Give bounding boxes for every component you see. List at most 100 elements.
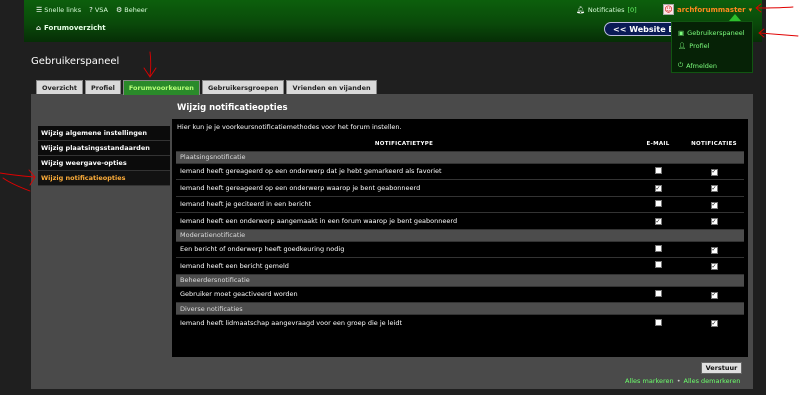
sidebar-item-posting[interactable]: Wijzig plaatsingsstandaarden <box>38 141 170 156</box>
email-cell <box>632 240 684 258</box>
table-row: Iemand heeft gereageerd op een onderwerp… <box>176 179 744 196</box>
section-row: Plaatsingsnotificatie <box>176 150 744 163</box>
email-cell <box>632 285 684 303</box>
menu-icon: ☰ <box>36 6 43 14</box>
email-checkbox[interactable] <box>654 199 662 207</box>
power-icon: ⏻ <box>678 61 684 69</box>
section-title: Plaatsingsnotificatie <box>176 150 744 163</box>
notification-cell: ✓ <box>684 314 744 331</box>
notification-cell: ✓ <box>684 212 744 229</box>
notification-checkbox[interactable]: ✓ <box>710 320 718 328</box>
email-cell <box>632 195 684 213</box>
notification-checkbox[interactable]: ✓ <box>710 246 718 254</box>
dropdown-item-profile[interactable]: 👤︎ Profiel <box>678 42 709 50</box>
email-checkbox[interactable]: ✓ <box>654 218 662 225</box>
email-checkbox[interactable]: ✓ <box>654 185 662 192</box>
caret-down-icon: ▾ <box>748 5 753 14</box>
page-margin <box>766 0 800 395</box>
notification-cell: ✓ <box>684 195 744 213</box>
table-row: Iemand heeft een bericht gemeld ✓ <box>176 257 744 274</box>
notification-table: NOTIFICATIETYPE E-MAIL NOTIFICATIES Plaa… <box>176 137 744 331</box>
notification-cell: ✓ <box>684 162 744 180</box>
table-row: Iemand heeft je geciteerd in een bericht… <box>176 195 744 213</box>
email-checkbox[interactable] <box>654 166 662 174</box>
section-title: Moderatienotificatie <box>176 228 744 241</box>
section-row: Diverse notificaties <box>176 302 744 315</box>
mark-links: Alles markeren • Alles demarkeren <box>625 377 740 385</box>
notification-checkbox[interactable]: ✓ <box>710 263 718 270</box>
tab-usergroups[interactable]: Gebruikersgroepen <box>201 80 285 94</box>
notification-type-label: Een bericht of onderwerp heeft goedkeuri… <box>176 240 632 258</box>
notifications-count: [0] <box>627 6 637 14</box>
email-checkbox[interactable] <box>654 244 662 252</box>
tab-forum-preferences[interactable]: Forumvoorkeuren <box>122 80 200 95</box>
home-icon: ⌂ <box>36 24 42 32</box>
faq-link[interactable]: ? VSA <box>89 6 108 14</box>
control-panel-icon: ▣ <box>678 29 685 37</box>
email-cell <box>632 257 684 274</box>
quick-links-link[interactable]: ☰ Snelle links <box>36 6 81 14</box>
email-checkbox[interactable] <box>654 289 662 297</box>
mark-all-link[interactable]: Alles markeren <box>625 377 674 385</box>
notification-checkbox[interactable]: ✓ <box>710 201 718 209</box>
section-row: Moderatienotificatie <box>176 228 744 241</box>
notification-type-label: Iemand heeft gereageerd op een onderwerp… <box>176 162 632 180</box>
section-title: Diverse notificaties <box>176 302 744 315</box>
unmark-all-link[interactable]: Alles demarkeren <box>684 377 741 385</box>
section-title: Beheerdersnotificatie <box>176 273 744 286</box>
notifications-link[interactable]: 🔔︎ Notificaties [0] <box>576 6 637 14</box>
dropdown-pointer <box>729 14 741 21</box>
notification-type-label: Iemand heeft een onderwerp aangemaakt in… <box>176 212 632 229</box>
notification-checkbox[interactable]: ✓ <box>710 291 718 299</box>
notification-type-label: Gebruiker moet geactiveerd worden <box>176 285 632 303</box>
sidebar-item-general[interactable]: Wijzig algemene instellingen <box>38 126 170 141</box>
notification-type-label: Iemand heeft gereageerd op een onderwerp… <box>176 179 632 196</box>
notification-cell: ✓ <box>684 257 744 274</box>
notification-cell: ✓ <box>684 285 744 303</box>
username: archforummaster <box>677 5 746 14</box>
nav-links: ☰ Snelle links ? VSA ⚙ Beheer <box>36 6 147 14</box>
tab-friends-foes[interactable]: Vrienden en vijanden <box>286 80 377 94</box>
column-header-type: NOTIFICATIETYPE <box>374 140 434 147</box>
notification-checkbox[interactable]: ✓ <box>710 218 718 225</box>
intro-text: Hier kun je je voorkeursnotificatiemetho… <box>177 123 402 131</box>
bell-icon: 🔔︎ <box>576 6 585 14</box>
email-cell <box>632 314 684 331</box>
notification-type-label: Iemand heeft lidmaatschap aangevraagd vo… <box>176 314 632 331</box>
table-row: Iemand heeft gereageerd op een onderwerp… <box>176 162 744 180</box>
preferences-sidebar: Wijzig algemene instellingen Wijzig plaa… <box>38 126 170 186</box>
avatar: ☺ <box>663 4 674 15</box>
email-cell: ✓ <box>632 179 684 196</box>
notification-checkbox[interactable]: ✓ <box>710 168 718 176</box>
user-dropdown: ▣ Gebruikerspaneel 👤︎ Profiel ⏻ Afmelden <box>671 21 753 73</box>
sidebar-item-display[interactable]: Wijzig weergave-opties <box>38 156 170 171</box>
tab-profile[interactable]: Profiel <box>84 80 121 94</box>
notification-type-label: Iemand heeft een bericht gemeld <box>176 257 632 274</box>
sidebar-item-notifications[interactable]: Wijzig notificatieopties <box>38 171 170 186</box>
table-row: Iemand heeft lidmaatschap aangevraagd vo… <box>176 314 744 331</box>
dropdown-item-logout[interactable]: ⏻ Afmelden <box>678 61 717 70</box>
column-header-email: E-MAIL <box>646 140 670 147</box>
breadcrumb[interactable]: ⌂ Forumoverzicht <box>36 24 106 32</box>
table-row: Iemand heeft een onderwerp aangemaakt in… <box>176 212 744 229</box>
notification-cell: ✓ <box>684 240 744 258</box>
tab-bar: Overzicht Profiel Forumvoorkeuren Gebrui… <box>36 80 377 95</box>
notification-cell: ✓ <box>684 179 744 196</box>
section-row: Beheerdersnotificatie <box>176 273 744 286</box>
page-title: Gebruikerspaneel <box>31 56 120 67</box>
email-cell <box>632 162 684 180</box>
separator: • <box>676 377 681 385</box>
admin-link[interactable]: ⚙ Beheer <box>116 6 148 14</box>
help-icon: ? <box>89 6 93 14</box>
dropdown-item-control-panel[interactable]: ▣ Gebruikerspaneel <box>678 29 745 37</box>
email-checkbox[interactable] <box>654 261 662 269</box>
notification-type-label: Iemand heeft je geciteerd in een bericht <box>176 195 632 213</box>
submit-button[interactable]: Verstuur <box>701 362 742 374</box>
content-title: Wijzig notificatieopties <box>177 103 288 113</box>
email-checkbox[interactable] <box>654 318 662 326</box>
notification-checkbox[interactable]: ✓ <box>710 185 718 192</box>
gear-icon: ⚙ <box>115 6 123 14</box>
tab-overview[interactable]: Overzicht <box>36 80 83 94</box>
table-row: Een bericht of onderwerp heeft goedkeuri… <box>176 240 744 258</box>
column-header-notifications: NOTIFICATIES <box>691 140 737 147</box>
